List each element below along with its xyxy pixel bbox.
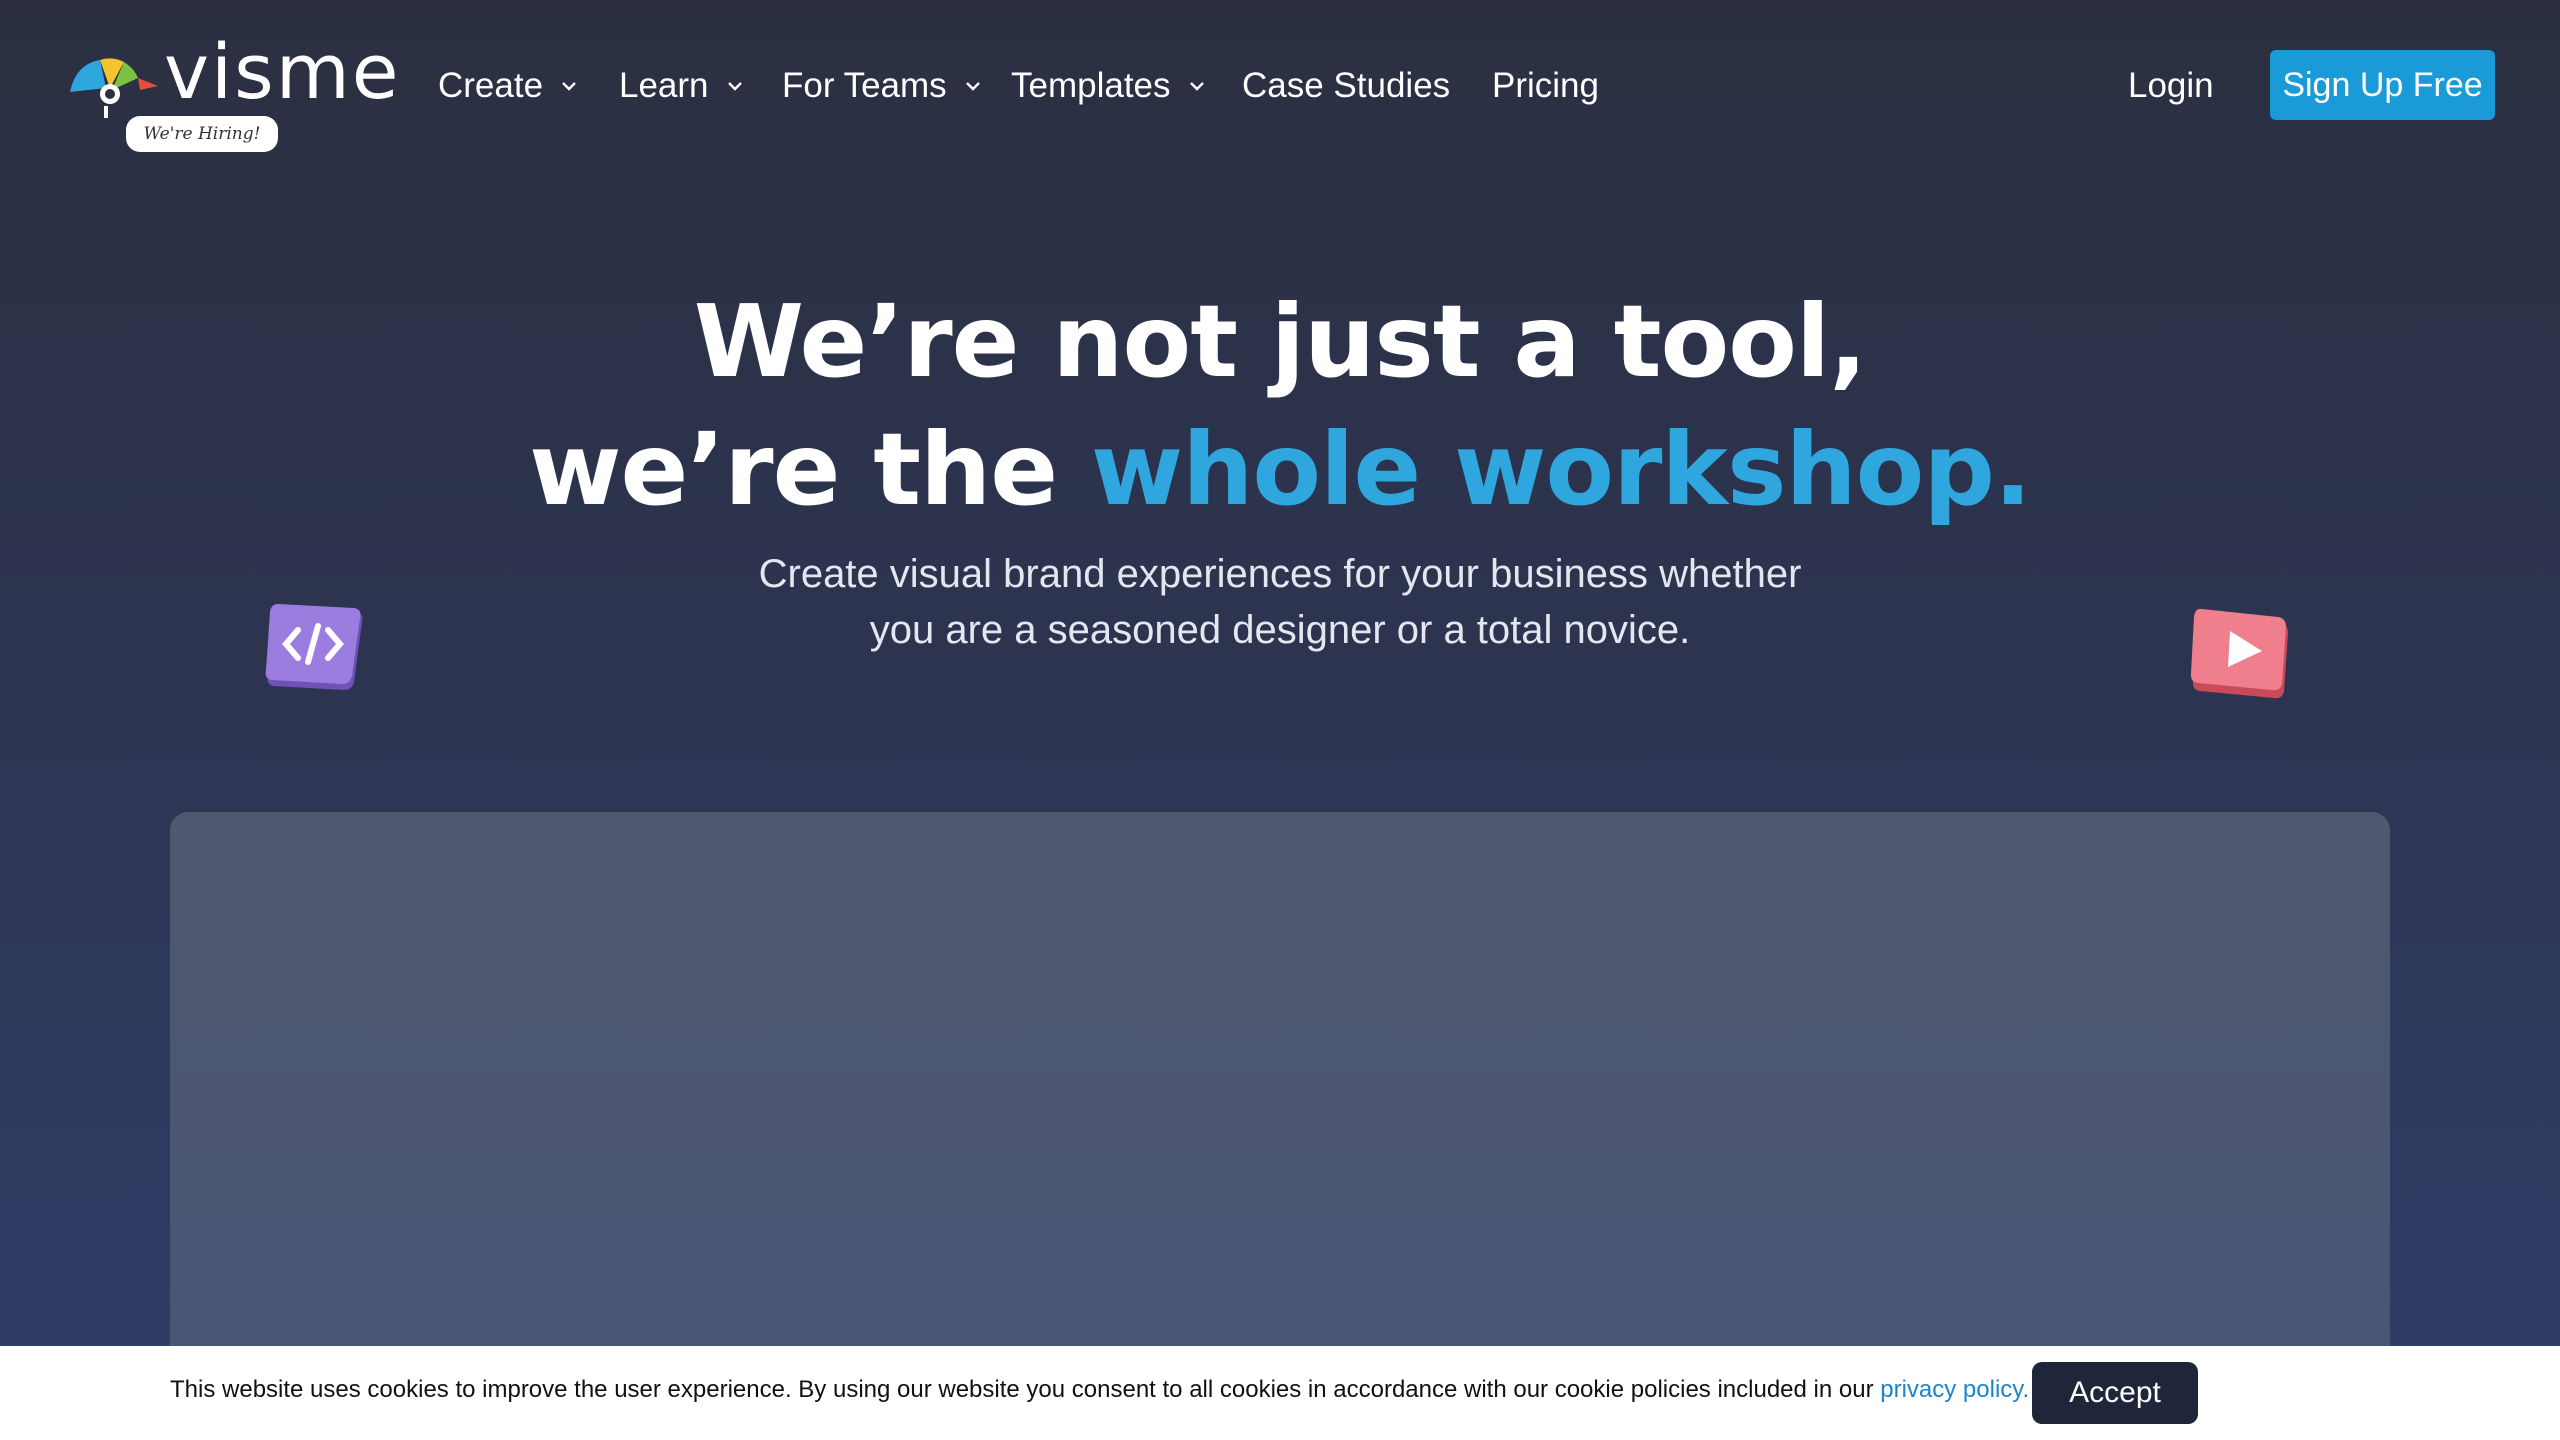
accept-cookies-button[interactable]: Accept bbox=[2032, 1362, 2198, 1424]
nav-create-label: Create bbox=[438, 66, 544, 105]
chevron-down-icon bbox=[965, 82, 980, 91]
sign-up-free-button[interactable]: Sign Up Free bbox=[2270, 50, 2495, 120]
cookie-banner: This website uses cookies to improve the… bbox=[0, 1346, 2560, 1440]
visme-logo-icon bbox=[70, 58, 158, 118]
chevron-down-icon bbox=[1189, 82, 1204, 91]
chevron-down-icon bbox=[727, 82, 742, 91]
logo-wordmark: visme bbox=[164, 27, 401, 116]
visme-logo[interactable]: visme We're Hiring! bbox=[66, 34, 398, 154]
nav-for-teams[interactable]: For Teams bbox=[782, 62, 983, 110]
hiring-badge[interactable]: We're Hiring! bbox=[126, 116, 278, 152]
hero-subtitle-line2: you are a seasoned designer or a total n… bbox=[869, 608, 1691, 652]
cookie-text: This website uses cookies to improve the… bbox=[170, 1376, 1881, 1403]
hero-subtitle: Create visual brand experiences for your… bbox=[680, 546, 1880, 658]
nav-learn[interactable]: Learn bbox=[619, 62, 745, 110]
cookie-message: This website uses cookies to improve the… bbox=[170, 1376, 2029, 1404]
login-link[interactable]: Login bbox=[2128, 62, 2214, 110]
top-navigation: visme We're Hiring! Create Learn For Tea… bbox=[0, 0, 2560, 180]
hero-title-line2: we’re the whole workshop. bbox=[0, 420, 2560, 520]
product-preview-panel bbox=[170, 812, 2390, 1372]
nav-create[interactable]: Create bbox=[438, 62, 579, 110]
nav-templates[interactable]: Templates bbox=[1011, 62, 1207, 110]
hero-title-line1: We’re not just a tool, bbox=[693, 283, 1867, 400]
code-icon bbox=[265, 604, 363, 690]
nav-learn-label: Learn bbox=[619, 66, 709, 105]
nav-pricing-label: Pricing bbox=[1492, 66, 1599, 105]
chevron-down-icon bbox=[562, 82, 576, 91]
nav-templates-label: Templates bbox=[1011, 66, 1171, 105]
hero-subtitle-line1: Create visual brand experiences for your… bbox=[758, 552, 1802, 596]
nav-case-studies-label: Case Studies bbox=[1242, 66, 1451, 105]
hero-title-accent: whole workshop. bbox=[1090, 411, 2032, 528]
hero-title-plain: we’re the bbox=[529, 411, 1091, 528]
nav-for-teams-label: For Teams bbox=[782, 66, 947, 105]
nav-case-studies[interactable]: Case Studies bbox=[1242, 62, 1450, 110]
nav-pricing[interactable]: Pricing bbox=[1492, 62, 1599, 110]
privacy-policy-link[interactable]: privacy policy. bbox=[1880, 1376, 2029, 1403]
play-icon bbox=[2190, 608, 2288, 699]
